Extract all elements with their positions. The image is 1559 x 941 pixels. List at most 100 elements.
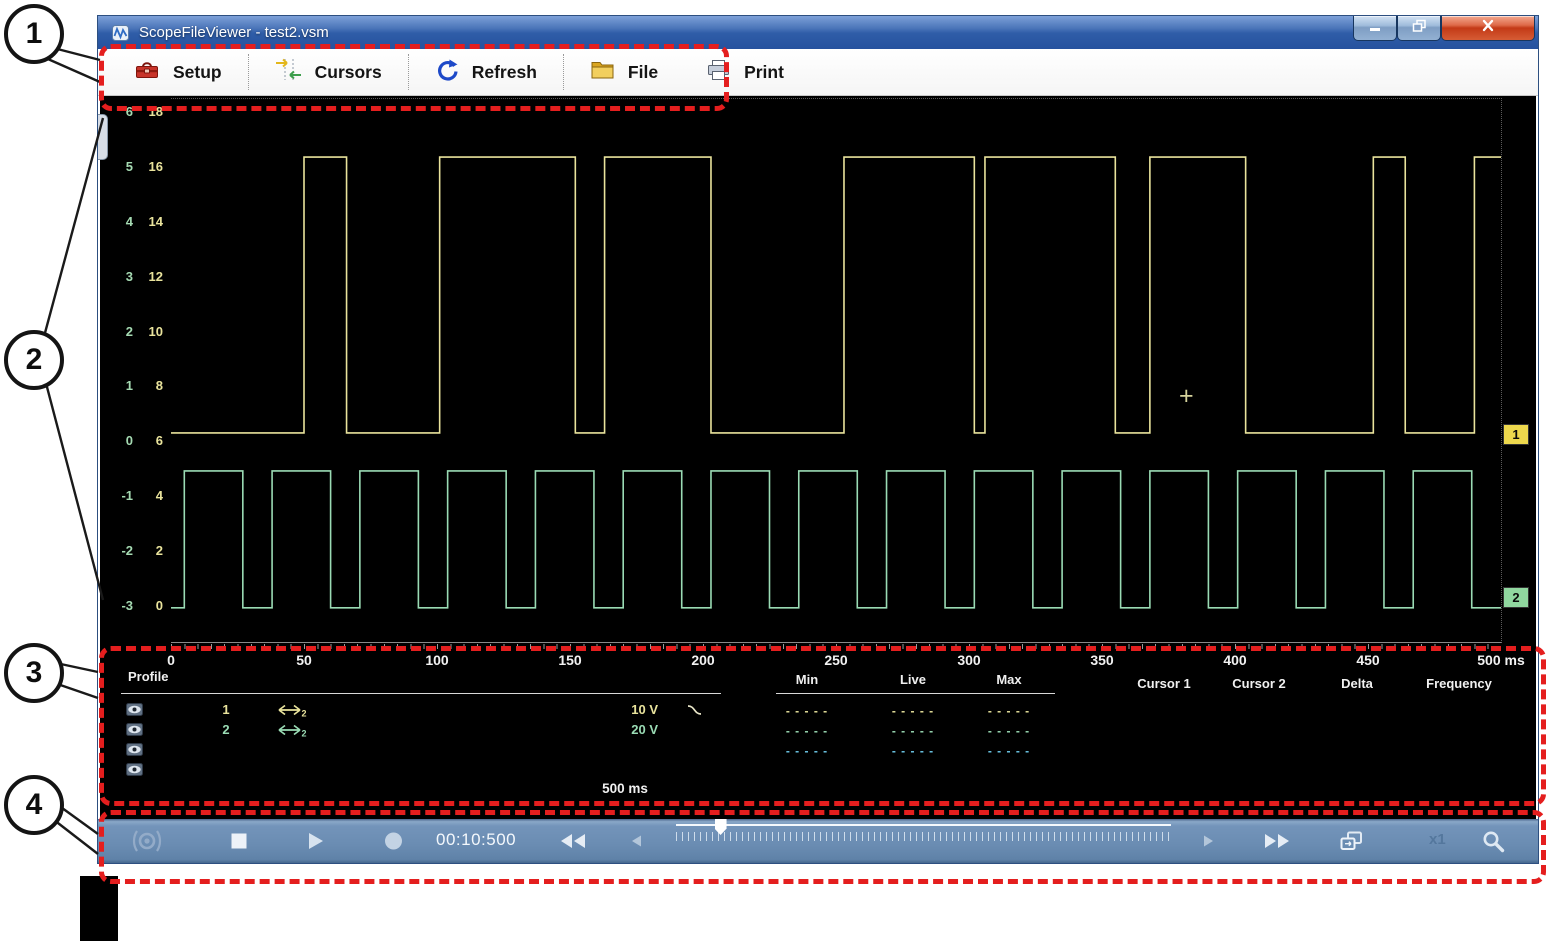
profile-row-3: - - - - -- - - - -- - - - -	[100, 742, 1536, 760]
stop-icon	[231, 833, 247, 849]
channel-scale: 20 V	[570, 722, 658, 737]
play-button[interactable]	[306, 832, 325, 851]
live-value: - - - - -	[892, 744, 934, 758]
minimize-button[interactable]	[1353, 16, 1397, 41]
x-tick-label: 400	[1223, 652, 1246, 668]
y-tick-label: 2	[137, 544, 163, 558]
y-tick-label: 8	[137, 379, 163, 393]
crosshair-marker: +	[1179, 385, 1194, 407]
callout-3-label: 3	[26, 656, 43, 690]
max-value: - - - - -	[988, 704, 1030, 718]
restore-button[interactable]	[1397, 16, 1441, 41]
cursors-icon	[275, 58, 302, 86]
profile-divider-line	[121, 693, 721, 694]
column-header-live: Live	[900, 672, 926, 687]
y-tick-label: -2	[107, 544, 133, 558]
toolbar-separator	[563, 54, 564, 90]
x-axis-tick-marks	[171, 644, 1501, 649]
visibility-eye-icon[interactable]	[126, 723, 143, 736]
visibility-eye-icon[interactable]	[126, 763, 143, 776]
column-header-min: Min	[796, 672, 818, 687]
y-tick-label: -3	[107, 599, 133, 613]
camera-button[interactable]	[131, 828, 163, 854]
x-tick-label: 350	[1090, 652, 1113, 668]
max-value: - - - - -	[988, 744, 1030, 758]
x-tick-label: 50	[296, 652, 312, 668]
values-divider-line	[776, 693, 1055, 694]
y-tick-label: 2	[107, 325, 133, 339]
toolbar-separator	[408, 54, 409, 90]
y-tick-label: 6	[137, 434, 163, 448]
timeline-slider[interactable]	[676, 824, 1171, 826]
waveform-channel-1	[171, 157, 1501, 433]
magnifier-icon	[1481, 829, 1505, 853]
scope-plot-area[interactable]: +	[171, 98, 1502, 643]
y-tick-label: 4	[137, 489, 163, 503]
callout-4: 4	[4, 775, 64, 835]
step-back-icon	[629, 834, 644, 849]
toolbar-button-label: Setup	[173, 62, 222, 83]
play-icon	[306, 832, 325, 851]
step-forward-button[interactable]	[1201, 834, 1216, 849]
channel-number: 1	[222, 702, 229, 717]
waveform-channel-2	[171, 471, 1501, 608]
x-tick-label: 150	[558, 652, 581, 668]
x-tick-label: 250	[824, 652, 847, 668]
record-button[interactable]	[384, 832, 403, 851]
y-tick-label: 3	[107, 270, 133, 284]
y-axis-channel1-ticks: 181614121086420	[137, 105, 163, 613]
stop-button[interactable]	[231, 833, 247, 849]
column-header-cursor-1: Cursor 1	[1137, 676, 1190, 691]
channel-number: 2	[222, 722, 229, 737]
callout-2-label: 2	[26, 343, 43, 377]
toolbar: Setup CursorsRefresh File Print	[98, 49, 1538, 96]
toolbar-button-file[interactable]: File	[566, 49, 682, 95]
test-lead-arrow-icon: 2	[276, 723, 310, 738]
minimize-icon	[1368, 19, 1382, 37]
toolbar-button-refresh[interactable]: Refresh	[411, 49, 561, 95]
step-back-button[interactable]	[629, 834, 644, 849]
app-logo-icon	[112, 25, 129, 41]
callout-1-label: 1	[26, 17, 43, 51]
title-bar[interactable]: ScopeFileViewer - test2.vsm	[98, 16, 1538, 49]
visibility-eye-icon[interactable]	[126, 703, 143, 716]
toolbar-button-label: File	[628, 62, 658, 83]
max-value: - - - - -	[988, 724, 1030, 738]
restore-icon	[1412, 19, 1427, 38]
channel-2-marker[interactable]: 2	[1503, 587, 1529, 608]
x-tick-label: 450	[1356, 652, 1379, 668]
file-folder-icon	[590, 59, 615, 85]
channel-1-marker[interactable]: 1	[1503, 424, 1529, 445]
annotated-screenshot-page: 1 2 3 4 ScopeFileViewer - test2.vsm Setu…	[0, 0, 1559, 941]
layers-button[interactable]	[1339, 831, 1364, 852]
toolbar-button-label: Print	[744, 62, 784, 83]
y-tick-label: 4	[107, 215, 133, 229]
min-value: - - - - -	[786, 744, 828, 758]
rewind-button[interactable]	[559, 833, 587, 850]
y-tick-label: -1	[107, 489, 133, 503]
callout-4-label: 4	[26, 788, 43, 822]
timeline-ruler	[676, 832, 1171, 841]
live-value: - - - - -	[892, 704, 934, 718]
time-display: 00:10:500	[436, 830, 516, 850]
callout-1: 1	[4, 4, 64, 64]
toolbar-separator	[248, 54, 249, 90]
toolbar-button-setup[interactable]: Setup	[110, 49, 246, 95]
svg-text:2: 2	[302, 729, 307, 739]
close-button[interactable]	[1441, 16, 1535, 41]
app-window: ScopeFileViewer - test2.vsm Setup Cursors…	[97, 15, 1539, 864]
callout-2: 2	[4, 330, 64, 390]
toolbar-button-print[interactable]: Print	[682, 49, 808, 95]
waveform-canvas	[171, 99, 1501, 642]
x-tick-label: 500 ms	[1477, 652, 1524, 668]
column-header-frequency: Frequency	[1426, 676, 1492, 691]
profile-row-4	[100, 762, 1536, 780]
fast-forward-button[interactable]	[1263, 833, 1291, 850]
scope-display: 6543210-1-2-3 181614121086420 + 05010015…	[100, 96, 1536, 819]
x-tick-label: 200	[691, 652, 714, 668]
toolbar-button-cursors[interactable]: Cursors	[251, 49, 406, 95]
visibility-eye-icon[interactable]	[126, 743, 143, 756]
svg-text:2: 2	[302, 709, 307, 719]
min-value: - - - - -	[786, 724, 828, 738]
magnifier-button[interactable]	[1481, 829, 1505, 853]
